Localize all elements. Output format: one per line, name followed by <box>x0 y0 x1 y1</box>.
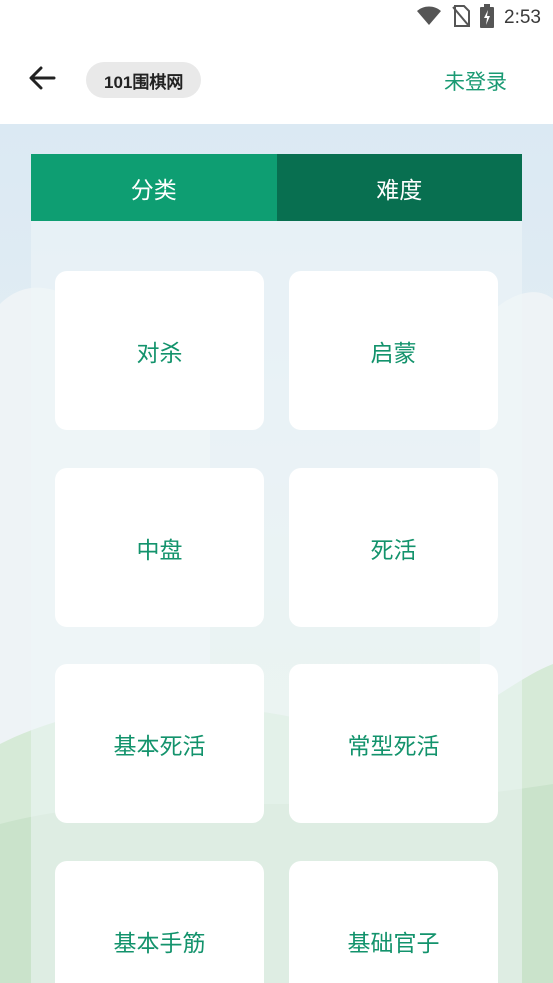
tab-bar: 分类 难度 <box>31 154 522 221</box>
status-icons: 2:53 <box>416 4 541 32</box>
login-status-button[interactable]: 未登录 <box>444 66 507 96</box>
category-card-jichu-guanzi[interactable]: 基础官子 <box>289 861 498 983</box>
status-bar: 2:53 <box>0 0 553 36</box>
app-bar: 101围棋网 未登录 <box>0 36 553 124</box>
tab-category[interactable]: 分类 <box>31 154 277 221</box>
category-card-jiben-shoujin[interactable]: 基本手筋 <box>55 861 264 983</box>
category-card-duisha[interactable]: 对杀 <box>55 271 264 430</box>
wifi-icon <box>416 6 442 30</box>
category-card-changxing-sihuo[interactable]: 常型死活 <box>289 664 498 823</box>
category-card-sihuo[interactable]: 死活 <box>289 468 498 627</box>
category-card-jiben-sihuo[interactable]: 基本死活 <box>55 664 264 823</box>
category-card-qimeng[interactable]: 启蒙 <box>289 271 498 430</box>
no-sim-icon <box>452 5 471 31</box>
site-name-chip: 101围棋网 <box>86 62 202 98</box>
battery-charging-icon <box>480 4 495 32</box>
category-panel: 分类 难度 对杀 启蒙 中盘 死活 基本死活 常型死活 基本手筋 基础官子 <box>31 154 522 983</box>
arrow-left-icon <box>28 66 56 94</box>
content-background: 分类 难度 对杀 启蒙 中盘 死活 基本死活 常型死活 基本手筋 基础官子 <box>0 124 553 983</box>
tab-difficulty[interactable]: 难度 <box>276 154 522 221</box>
status-time: 2:53 <box>504 7 541 28</box>
back-button[interactable] <box>22 60 62 100</box>
category-card-zhongpan[interactable]: 中盘 <box>55 468 264 627</box>
